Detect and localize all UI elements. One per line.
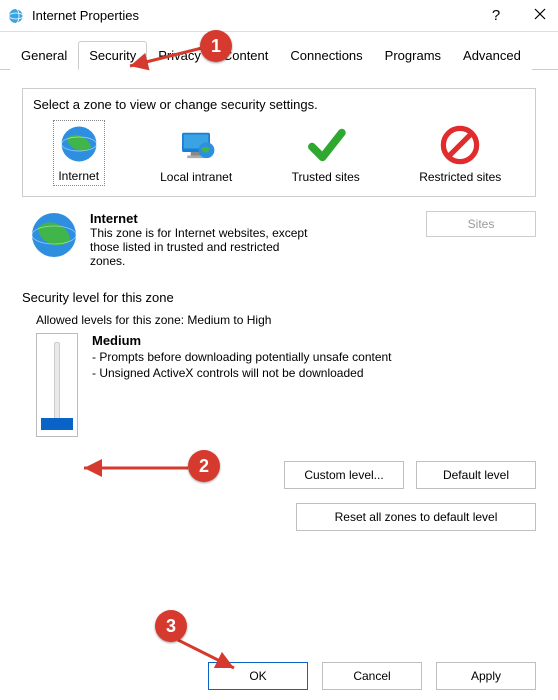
level-bullet-2: - Unsigned ActiveX controls will not be … bbox=[92, 366, 392, 380]
no-entry-icon bbox=[439, 124, 481, 166]
sites-button[interactable]: Sites bbox=[426, 211, 536, 237]
zone-restricted-sites[interactable]: Restricted sites bbox=[415, 122, 505, 186]
zone-label: Restricted sites bbox=[419, 170, 501, 184]
zone-local-intranet[interactable]: Local intranet bbox=[156, 122, 236, 186]
slider-track bbox=[54, 342, 60, 428]
zone-label: Trusted sites bbox=[292, 170, 360, 184]
zone-trusted-sites[interactable]: Trusted sites bbox=[288, 122, 364, 186]
tab-connections[interactable]: Connections bbox=[279, 41, 373, 70]
window-title: Internet Properties bbox=[32, 8, 486, 23]
tab-general[interactable]: General bbox=[10, 41, 78, 70]
zone-internet[interactable]: Internet bbox=[53, 120, 105, 186]
zone-label: Local intranet bbox=[160, 170, 232, 184]
level-description: Medium - Prompts before downloading pote… bbox=[92, 333, 392, 437]
zone-prompt: Select a zone to view or change security… bbox=[25, 91, 533, 114]
ok-button[interactable]: OK bbox=[208, 662, 308, 690]
zone-detail-title: Internet bbox=[90, 211, 404, 226]
close-icon bbox=[533, 7, 547, 21]
default-level-button[interactable]: Default level bbox=[416, 461, 536, 489]
help-button[interactable]: ? bbox=[486, 7, 506, 24]
tab-strip: General Security Privacy Content Connect… bbox=[0, 32, 558, 70]
slider-thumb[interactable] bbox=[41, 418, 73, 430]
monitor-globe-icon bbox=[175, 124, 217, 166]
close-button[interactable] bbox=[530, 7, 550, 25]
checkmark-icon bbox=[305, 124, 347, 166]
annotation-badge-2: 2 bbox=[188, 450, 220, 482]
internet-options-icon bbox=[8, 8, 24, 24]
apply-button[interactable]: Apply bbox=[436, 662, 536, 690]
security-level-heading: Security level for this zone bbox=[22, 290, 536, 305]
zone-label: Internet bbox=[58, 169, 99, 183]
tab-programs[interactable]: Programs bbox=[374, 41, 452, 70]
tab-advanced[interactable]: Advanced bbox=[452, 41, 532, 70]
reset-all-zones-button[interactable]: Reset all zones to default level bbox=[296, 503, 536, 531]
zone-selector: Select a zone to view or change security… bbox=[22, 88, 536, 197]
zone-detail-desc: This zone is for Internet websites, exce… bbox=[90, 226, 310, 268]
tab-security[interactable]: Security bbox=[78, 41, 147, 70]
globe-large-icon bbox=[30, 211, 78, 259]
annotation-badge-1: 1 bbox=[200, 30, 232, 62]
zone-description: Internet This zone is for Internet websi… bbox=[90, 211, 414, 268]
allowed-levels-text: Allowed levels for this zone: Medium to … bbox=[36, 313, 536, 327]
title-bar: Internet Properties ? bbox=[0, 0, 558, 32]
globe-icon bbox=[58, 123, 100, 165]
cancel-button[interactable]: Cancel bbox=[322, 662, 422, 690]
level-bullet-1: - Prompts before downloading potentially… bbox=[92, 350, 392, 364]
custom-level-button[interactable]: Custom level... bbox=[284, 461, 404, 489]
level-name: Medium bbox=[92, 333, 392, 348]
security-slider[interactable] bbox=[36, 333, 78, 437]
annotation-badge-3: 3 bbox=[155, 610, 187, 642]
dialog-buttons: OK Cancel Apply bbox=[0, 662, 558, 690]
